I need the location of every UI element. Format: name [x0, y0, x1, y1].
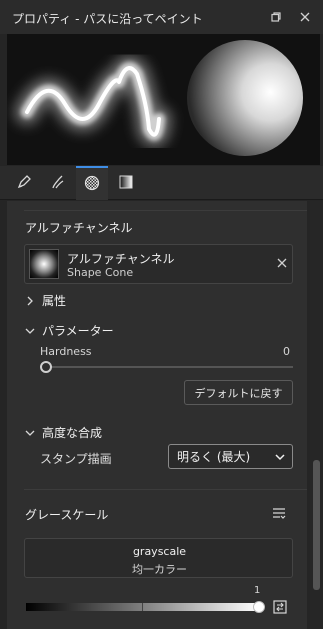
brush-preview [7, 34, 320, 165]
chevron-right-icon [24, 295, 36, 307]
window-title: プロパティ - パスに沿ってペイント [12, 12, 203, 26]
hardness-value: 0 [283, 345, 290, 358]
hardness-slider-track[interactable] [44, 366, 293, 368]
chevron-down-icon [274, 451, 286, 463]
gradient-square-icon [118, 174, 134, 193]
cone-shape-thumbnail [29, 249, 59, 279]
alpha-channel-item[interactable]: アルファチャンネル Shape Cone [24, 244, 293, 284]
grayscale-item-name: grayscale [132, 545, 187, 558]
alpha-item-sub: Shape Cone [67, 266, 134, 279]
list-options-icon[interactable] [269, 503, 289, 523]
chevron-down-icon [24, 427, 36, 439]
parameters-toggle[interactable]: パラメーター [24, 322, 114, 339]
grayscale-item-sub: 均一カラー [132, 563, 187, 576]
divider [24, 489, 307, 490]
sphere-preview [187, 40, 303, 156]
stroke-preview-image [14, 40, 303, 156]
tab-brush[interactable] [42, 166, 74, 200]
advanced-toggle[interactable]: 高度な合成 [24, 424, 102, 441]
attributes-label: 属性 [42, 294, 67, 308]
close-icon[interactable] [295, 7, 315, 27]
tab-gradient[interactable] [110, 166, 142, 200]
reset-defaults-button[interactable]: デフォルトに戻す [184, 380, 293, 405]
hardness-label: Hardness [40, 345, 92, 358]
hardness-slider-knob[interactable] [40, 361, 52, 373]
scrollbar-thumb[interactable] [313, 460, 320, 590]
property-tabs [0, 166, 323, 200]
grayscale-heading: グレースケール [25, 508, 109, 522]
swap-gradient-icon[interactable] [270, 597, 290, 617]
checker-circle-icon [84, 175, 100, 194]
pen-icon [16, 174, 32, 193]
brush-stroke-icon [50, 174, 66, 193]
alpha-channel-heading: アルファチャンネル [25, 221, 133, 235]
parameters-label: パラメーター [42, 324, 114, 338]
advanced-label: 高度な合成 [42, 426, 103, 440]
tab-pen[interactable] [8, 166, 40, 200]
chevron-down-icon [24, 325, 36, 337]
attributes-toggle[interactable]: 属性 [24, 292, 66, 309]
remove-icon[interactable] [275, 256, 289, 270]
restore-icon[interactable] [266, 7, 286, 27]
divider [24, 210, 307, 211]
stamp-mode-select[interactable]: 明るく (最大) [168, 444, 293, 469]
stamp-label: スタンプ描画 [40, 452, 112, 466]
alpha-item-name: アルファチャンネル [67, 252, 175, 266]
grayscale-item[interactable]: grayscale 均一カラー [24, 538, 293, 578]
stamp-mode-value: 明るく (最大) [177, 450, 251, 464]
tab-shape[interactable] [76, 166, 108, 200]
gradient-stop-handle[interactable] [253, 601, 265, 613]
gradient-midpoint[interactable] [142, 603, 143, 611]
title-bar: プロパティ - パスに沿ってペイント [0, 0, 323, 34]
gradient-stop-value: 1 [254, 585, 261, 596]
